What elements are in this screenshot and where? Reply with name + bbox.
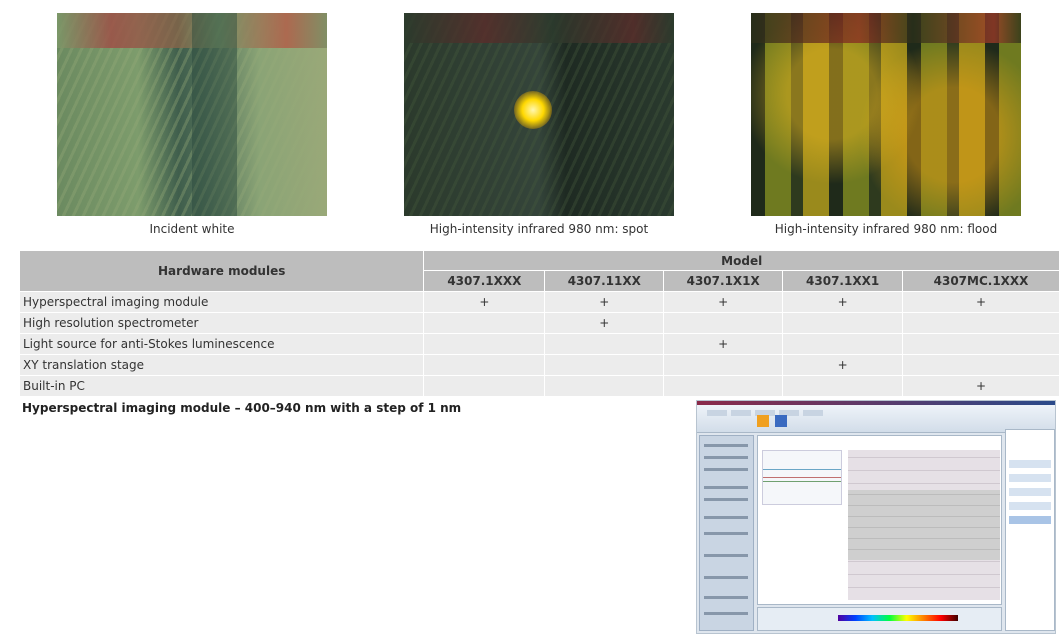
table-cell: + bbox=[544, 312, 665, 334]
column-header: 4307.1XX1 bbox=[782, 270, 904, 292]
table-cell bbox=[544, 354, 665, 376]
table-row: XY translation stage + bbox=[18, 354, 1060, 376]
table-cell bbox=[902, 333, 1060, 355]
table-cell: + bbox=[902, 375, 1060, 397]
table-cell bbox=[902, 312, 1060, 334]
row-label: High resolution spectrometer bbox=[18, 312, 425, 334]
table-row: High resolution spectrometer + bbox=[18, 312, 1060, 334]
photo-caption: High-intensity infrared 980 nm: flood bbox=[774, 222, 998, 236]
infrared-spot bbox=[514, 91, 552, 129]
software-spectrum-chart bbox=[762, 450, 842, 505]
photo-image bbox=[751, 13, 1021, 216]
table-cell bbox=[544, 375, 665, 397]
column-header: 4307.1XXX bbox=[423, 270, 546, 292]
column-header: 4307MC.1XXX bbox=[902, 270, 1060, 292]
row-label: Built-in PC bbox=[18, 375, 425, 397]
table-cell bbox=[423, 312, 546, 334]
photo-incident-white: Incident white bbox=[57, 13, 327, 236]
row-label: XY translation stage bbox=[18, 354, 425, 376]
table-row: Hyperspectral imaging module + + + + + bbox=[18, 291, 1060, 313]
table-cell bbox=[782, 312, 904, 334]
hardware-modules-table: Hardware modules Model 4307.1XXX 4307.11… bbox=[18, 250, 1060, 397]
photo-image bbox=[404, 13, 674, 216]
table-cell bbox=[663, 375, 784, 397]
table-row: Light source for anti-Stokes luminescenc… bbox=[18, 333, 1060, 355]
table-row: Built-in PC + bbox=[18, 375, 1060, 397]
row-label: Light source for anti-Stokes luminescenc… bbox=[18, 333, 425, 355]
photo-infrared-flood: High-intensity infrared 980 nm: flood bbox=[751, 13, 1021, 236]
software-left-panel bbox=[699, 435, 754, 631]
software-document-preview bbox=[848, 450, 1000, 600]
software-screenshot bbox=[696, 400, 1056, 634]
table-cell: + bbox=[782, 354, 904, 376]
photo-caption: High-intensity infrared 980 nm: spot bbox=[429, 222, 649, 236]
column-header: 4307.11XX bbox=[544, 270, 665, 292]
photo-caption: Incident white bbox=[149, 222, 235, 236]
table-cell: + bbox=[782, 291, 904, 313]
table-cell bbox=[663, 354, 784, 376]
table-cell: + bbox=[423, 291, 546, 313]
table-cell bbox=[423, 354, 546, 376]
table-cell bbox=[782, 333, 904, 355]
photo-image bbox=[57, 13, 327, 216]
table-cell bbox=[663, 312, 784, 334]
software-bottom-panel bbox=[757, 607, 1002, 631]
table-cell: + bbox=[663, 333, 784, 355]
table-cell bbox=[782, 375, 904, 397]
table-cell bbox=[423, 375, 546, 397]
model-group-header: Model bbox=[423, 250, 1060, 271]
section-title: Hyperspectral imaging module – 400–940 n… bbox=[22, 401, 462, 415]
software-right-panel bbox=[1005, 429, 1055, 631]
row-label: Hyperspectral imaging module bbox=[18, 291, 425, 313]
software-spectrum-bar bbox=[838, 615, 958, 621]
software-ribbon bbox=[697, 405, 1055, 433]
software-main-area bbox=[757, 435, 1002, 605]
column-header: 4307.1X1X bbox=[663, 270, 784, 292]
table-cell: + bbox=[544, 291, 665, 313]
row-header: Hardware modules bbox=[18, 250, 425, 292]
table-cell bbox=[902, 354, 1060, 376]
table-cell bbox=[423, 333, 546, 355]
table-cell: + bbox=[902, 291, 1060, 313]
photo-gallery: Incident white High-intensity infrared 9… bbox=[0, 0, 1063, 245]
table-cell bbox=[544, 333, 665, 355]
photo-infrared-spot: High-intensity infrared 980 nm: spot bbox=[404, 13, 674, 236]
table-cell: + bbox=[663, 291, 784, 313]
